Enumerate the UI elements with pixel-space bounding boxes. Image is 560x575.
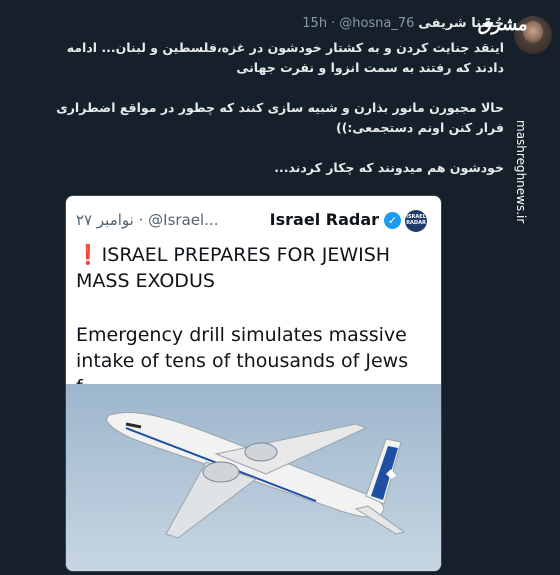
tweet-timestamp[interactable]: 15h (302, 16, 327, 31)
airplane-photo-svg (66, 384, 441, 571)
tweet-paragraph: حالا مجبورن مانور بذارن و شبیه سازی کنند… (56, 100, 504, 135)
exclamation-icon: ❗ (76, 244, 100, 266)
quoted-account-name[interactable]: Israel Radar (270, 210, 379, 229)
quoted-tweet-card[interactable]: ISRAEL RADAR ✓ Israel Radar ۲۷ نوامبر · … (65, 195, 442, 572)
israel-radar-avatar-icon[interactable]: ISRAEL RADAR (405, 210, 427, 232)
header-separator: · (331, 16, 336, 31)
tweet-text: اینقد جنایت کردن و به کشتار خودشون در غز… (34, 38, 504, 198)
quoted-headline-text: ISRAEL PREPARES FOR JEWISH MASS EXODUS (76, 244, 391, 292)
mashregh-logo: مشرق (477, 14, 529, 35)
quoted-headline: ❗ ISRAEL PREPARES FOR JEWISH MASS EXODUS (76, 242, 426, 294)
tweet-header: حُسنا شریفی @hosna_76 · 15h (302, 16, 504, 31)
tweet[interactable]: حُسنا شریفی @hosna_76 · 15h اینقد جنایت … (0, 0, 560, 575)
author-handle[interactable]: @hosna_76 (339, 16, 414, 31)
quoted-tweet-header: ISRAEL RADAR ✓ Israel Radar ۲۷ نوامبر · … (66, 210, 441, 232)
watermark-url: mashreghnews.ir (514, 120, 528, 224)
quoted-time[interactable]: ۲۷ نوامبر (76, 211, 134, 229)
verified-badge-icon: ✓ (384, 212, 401, 229)
quoted-handle-time: ۲۷ نوامبر · @Israel... (76, 211, 218, 229)
airplane-photo[interactable] (66, 384, 441, 571)
quoted-separator: · (138, 211, 144, 229)
tweet-paragraph: خودشون هم میدونند که چکار کردند... (274, 160, 504, 175)
quoted-handle[interactable]: @Israel... (148, 211, 218, 229)
tweet-paragraph: اینقد جنایت کردن و به کشتار خودشون در غز… (66, 40, 504, 75)
